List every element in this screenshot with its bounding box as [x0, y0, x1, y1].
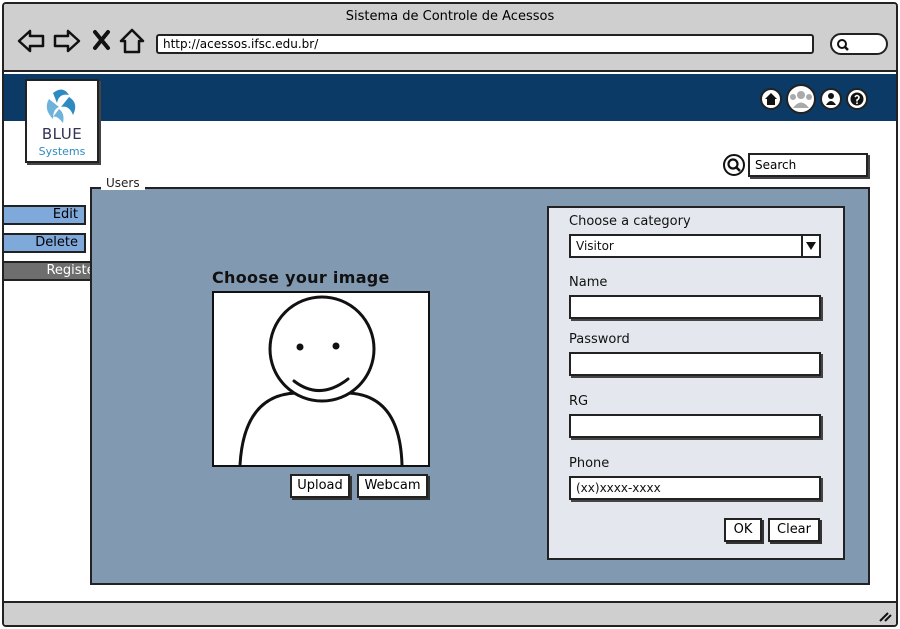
- close-icon[interactable]: [90, 26, 120, 56]
- app-header: [4, 74, 896, 121]
- home-icon[interactable]: [117, 26, 147, 56]
- upload-button[interactable]: Upload: [290, 474, 350, 498]
- category-select[interactable]: Visitor: [569, 234, 821, 258]
- registration-form: [547, 206, 845, 560]
- browser-search-field[interactable]: [830, 33, 888, 55]
- name-label: Name: [569, 275, 608, 290]
- search-icon[interactable]: [722, 153, 746, 177]
- search-input[interactable]: Search: [748, 153, 868, 177]
- sidebar-item-delete[interactable]: Delete: [4, 233, 86, 253]
- company-logo: BLUE Systems: [25, 79, 99, 163]
- image-section-title: Choose your image: [212, 268, 390, 287]
- profile-image-placeholder[interactable]: [212, 291, 430, 467]
- clear-button[interactable]: Clear: [768, 518, 820, 542]
- browser-window: Sistema de Controle de Acessos http://ac…: [2, 2, 898, 627]
- category-selected-value: Visitor: [576, 239, 614, 253]
- window-title: Sistema de Controle de Acessos: [345, 9, 555, 24]
- status-bar: [4, 601, 896, 625]
- home-icon[interactable]: [760, 88, 782, 110]
- rg-field[interactable]: [569, 414, 821, 438]
- category-label: Choose a category: [569, 214, 691, 229]
- phone-label: Phone: [569, 456, 610, 471]
- resize-grip-icon[interactable]: [876, 609, 892, 623]
- users-icon[interactable]: [786, 84, 816, 114]
- sidebar-item-edit[interactable]: Edit: [4, 205, 86, 225]
- logo-subtitle: Systems: [38, 145, 86, 158]
- forward-arrow-icon[interactable]: [52, 26, 82, 56]
- back-arrow-icon[interactable]: [16, 26, 46, 56]
- header-icon-group: [760, 84, 868, 114]
- search-icon: [837, 39, 849, 51]
- panel-legend: Users: [101, 176, 145, 190]
- logo-name: BLUE: [41, 125, 83, 143]
- rg-label: RG: [569, 394, 589, 409]
- url-field[interactable]: http://acessos.ifsc.edu.br/: [156, 34, 814, 54]
- logo-mark-icon: [46, 89, 76, 123]
- ok-button[interactable]: OK: [724, 518, 762, 542]
- browser-toolbar: Sistema de Controle de Acessos http://ac…: [4, 4, 896, 72]
- name-field[interactable]: [569, 295, 821, 319]
- phone-field[interactable]: (xx)xxxx-xxxx: [569, 476, 821, 500]
- chevron-down-icon[interactable]: [801, 236, 819, 256]
- smiley-person-icon: [238, 295, 404, 465]
- password-label: Password: [569, 332, 630, 347]
- password-field[interactable]: [569, 352, 821, 376]
- webcam-button[interactable]: Webcam: [357, 474, 428, 498]
- help-icon[interactable]: [846, 88, 868, 110]
- user-icon[interactable]: [820, 88, 842, 110]
